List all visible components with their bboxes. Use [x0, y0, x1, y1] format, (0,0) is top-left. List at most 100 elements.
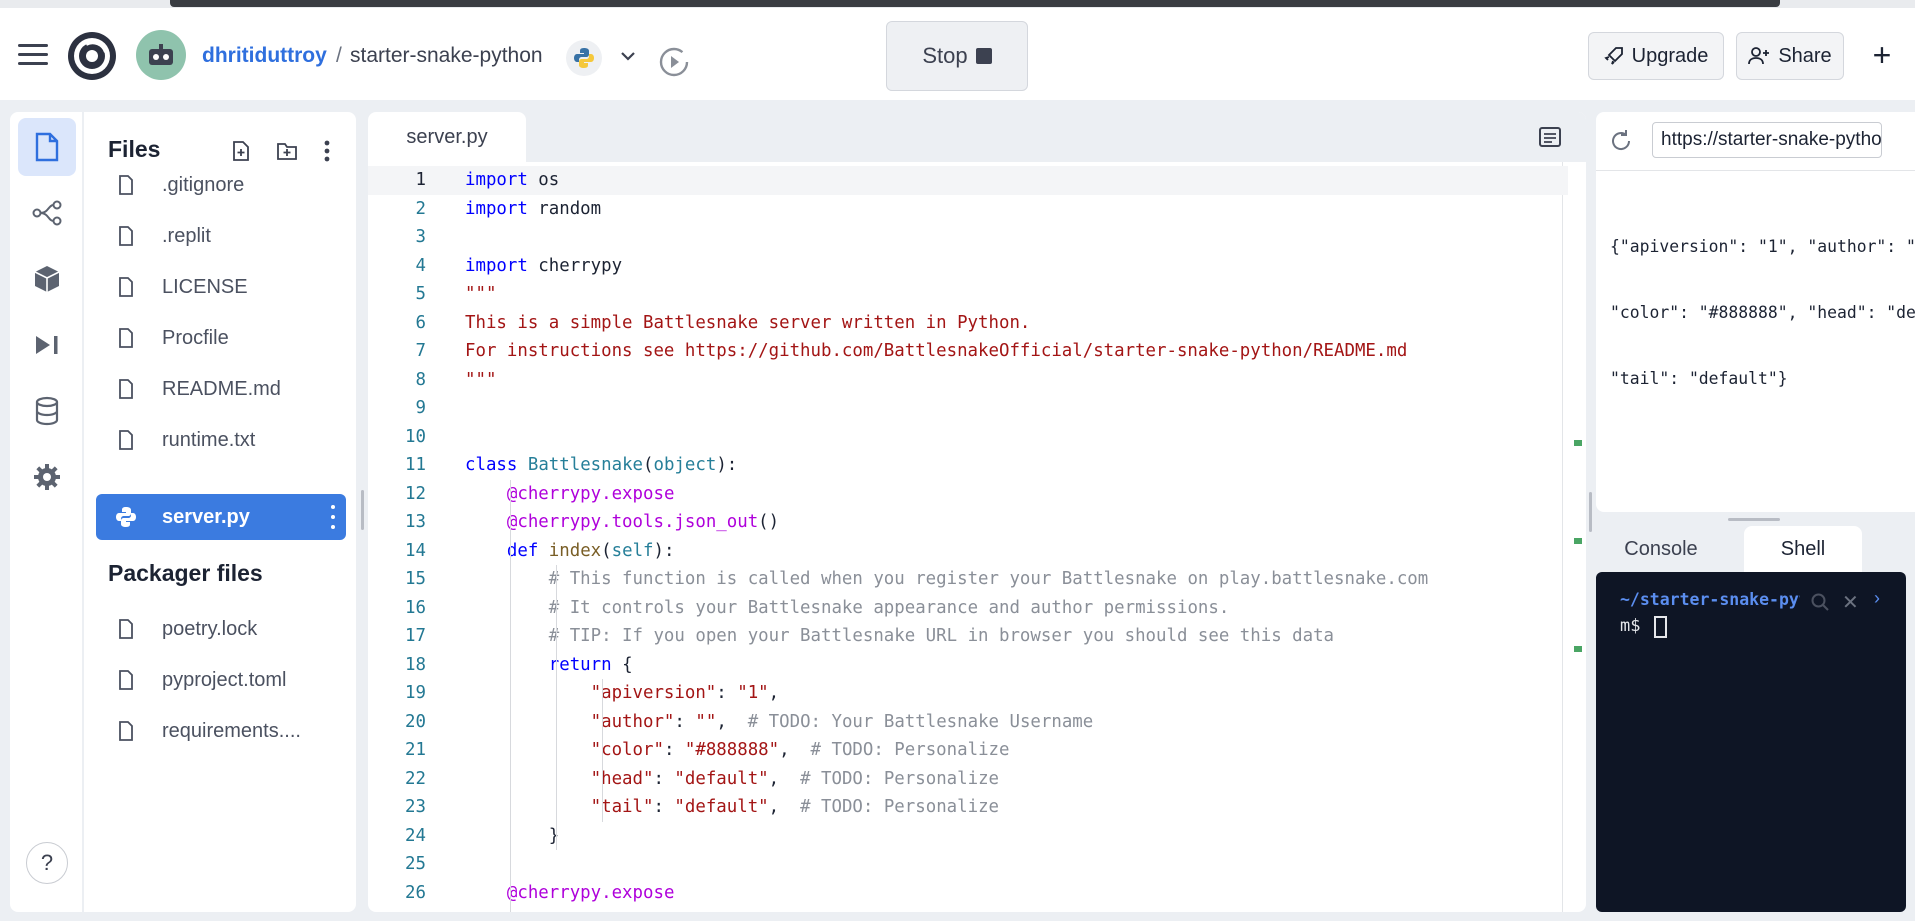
file-item-replit[interactable]: .replit [96, 213, 346, 259]
code-line[interactable]: 27 @cherrypy.tools.json_in() [368, 907, 1568, 912]
shell-terminal[interactable]: ~/starter-snake-python ✕ › m$ [1596, 572, 1906, 912]
code-line[interactable]: 23 "tail": "default", # TODO: Personaliz… [368, 793, 1568, 822]
files-tool[interactable] [18, 118, 76, 176]
chevron-right-icon[interactable]: › [1874, 588, 1880, 609]
refresh-icon[interactable] [1608, 128, 1634, 154]
code-line[interactable]: 22 "head": "default", # TODO: Personaliz… [368, 765, 1568, 794]
owner-link[interactable]: dhritiduttroy [202, 44, 327, 68]
code-line[interactable]: 11 class Battlesnake(object): [368, 451, 1568, 480]
code-line[interactable]: 2 import random [368, 195, 1568, 224]
file-item-license[interactable]: LICENSE [96, 264, 346, 310]
debugger-tool[interactable] [18, 316, 76, 374]
chevron-down-icon[interactable] [618, 46, 638, 66]
code-text: "author": "", # TODO: Your Battlesnake U… [590, 711, 1094, 732]
share-label: Share [1778, 44, 1832, 67]
file-item-runtime[interactable]: runtime.txt [96, 417, 346, 463]
file-icon [119, 277, 133, 297]
code-line[interactable]: 16 # It controls your Battlesnake appear… [368, 594, 1568, 623]
change-marker [1574, 538, 1582, 544]
packages-tool[interactable] [18, 250, 76, 308]
file-item-readme[interactable]: README.md [96, 366, 346, 412]
settings-icon [34, 464, 60, 490]
file-item-server-py[interactable]: server.py [96, 494, 346, 540]
line-number: 1 [415, 170, 426, 190]
close-icon[interactable]: ✕ [1842, 590, 1859, 615]
repl-name[interactable]: starter-snake-python [350, 44, 543, 68]
line-number: 26 [405, 882, 426, 903]
webview-url-input[interactable]: https://starter-snake-python [1652, 122, 1882, 158]
kebab-menu-icon [324, 140, 330, 162]
app-header: dhritiduttroy / starter-snake-python Sto… [0, 8, 1915, 100]
code-line[interactable]: 17 # TIP: If you open your Battlesnake U… [368, 622, 1568, 651]
line-number: 17 [405, 626, 426, 646]
line-number: 11 [405, 455, 426, 475]
line-number: 5 [415, 284, 426, 304]
file-icon [119, 619, 133, 639]
line-number: 21 [405, 740, 426, 760]
tab-console[interactable]: Console [1596, 526, 1726, 572]
packager-files-title: Packager files [108, 560, 263, 586]
code-line[interactable]: 3 [368, 223, 1568, 252]
code-line[interactable]: 13 @cherrypy.tools.json_out() [368, 508, 1568, 537]
code-line[interactable]: 14 def index(self): [368, 537, 1568, 566]
code-line[interactable]: 24 } [368, 822, 1568, 851]
code-line[interactable]: 7 For instructions see https://github.com… [368, 337, 1568, 366]
code-text: @cherrypy.expose [506, 483, 675, 504]
tab-server-py[interactable]: server.py [368, 112, 526, 162]
code-line[interactable]: 20 "author": "", # TODO: Your Battlesnak… [368, 708, 1568, 737]
browser-top-bar [170, 0, 1780, 7]
code-line[interactable]: 4 import cherrypy [368, 252, 1568, 281]
packages-icon [34, 266, 60, 292]
git-tool[interactable] [18, 184, 76, 242]
code-text: import cherrypy [465, 255, 623, 276]
code-text: return { [548, 654, 633, 675]
file-item-gitignore[interactable]: .gitignore [96, 162, 346, 208]
editor-webview-splitter[interactable] [1589, 492, 1592, 532]
code-text: For instructions see https://github.com/… [465, 341, 1408, 361]
repl-avatar[interactable] [136, 30, 186, 80]
code-editor: server.py 1 import os 2 import random 3 4 impo… [368, 112, 1586, 912]
help-button[interactable]: ? [26, 842, 68, 884]
code-line[interactable]: 5 """ [368, 280, 1568, 309]
code-line[interactable]: 10 [368, 423, 1568, 452]
settings-tool[interactable] [18, 448, 76, 506]
code-line[interactable]: 25 [368, 850, 1568, 879]
change-marker [1574, 646, 1582, 652]
editor-layout-icon[interactable] [1538, 126, 1562, 148]
database-tool[interactable] [18, 382, 76, 440]
code-line[interactable]: 18 return { [368, 651, 1568, 680]
code-line[interactable]: 1 import os [368, 166, 1568, 195]
code-line[interactable]: 12 @cherrypy.expose [368, 480, 1568, 509]
shell-prompt: m$ [1620, 616, 1641, 636]
code-line[interactable]: 15 # This function is called when you re… [368, 565, 1568, 594]
files-editor-splitter[interactable] [361, 490, 364, 530]
line-number: 19 [405, 683, 426, 703]
file-item-poetry-lock[interactable]: poetry.lock [96, 606, 346, 652]
history-icon[interactable] [656, 44, 692, 80]
database-icon [35, 396, 59, 426]
replit-logo-icon[interactable] [66, 30, 118, 82]
code-line[interactable]: 8 """ [368, 366, 1568, 395]
new-file-icon [233, 141, 249, 161]
code-line[interactable]: 9 [368, 394, 1568, 423]
search-icon[interactable] [1810, 592, 1830, 612]
code-line[interactable]: 19 "apiversion": "1", [368, 679, 1568, 708]
file-item-procfile[interactable]: Procfile [96, 315, 346, 361]
webview-console-splitter[interactable] [1728, 518, 1780, 521]
python-language-badge[interactable] [566, 40, 602, 76]
code-line[interactable]: 6 This is a simple Battlesnake server wri… [368, 309, 1568, 338]
code-area[interactable]: 1 import os 2 import random 3 4 import cherryp… [368, 162, 1578, 912]
code-line[interactable]: 26 @cherrypy.expose [368, 879, 1568, 908]
new-tab-plus-icon[interactable]: + [1866, 39, 1898, 72]
share-button[interactable]: Share [1736, 32, 1844, 80]
python-file-icon [116, 507, 136, 527]
menu-icon[interactable] [18, 44, 48, 66]
tab-shell[interactable]: Shell [1744, 526, 1862, 572]
line-number: 22 [405, 768, 426, 789]
stop-button[interactable]: Stop [886, 21, 1028, 91]
file-item-pyproject[interactable]: pyproject.toml [96, 657, 346, 703]
upgrade-button[interactable]: Upgrade [1588, 32, 1724, 80]
file-more-icon[interactable] [330, 505, 336, 529]
file-item-requirements[interactable]: requirements.... [96, 708, 346, 754]
code-line[interactable]: 21 "color": "#888888", # TODO: Personali… [368, 736, 1568, 765]
